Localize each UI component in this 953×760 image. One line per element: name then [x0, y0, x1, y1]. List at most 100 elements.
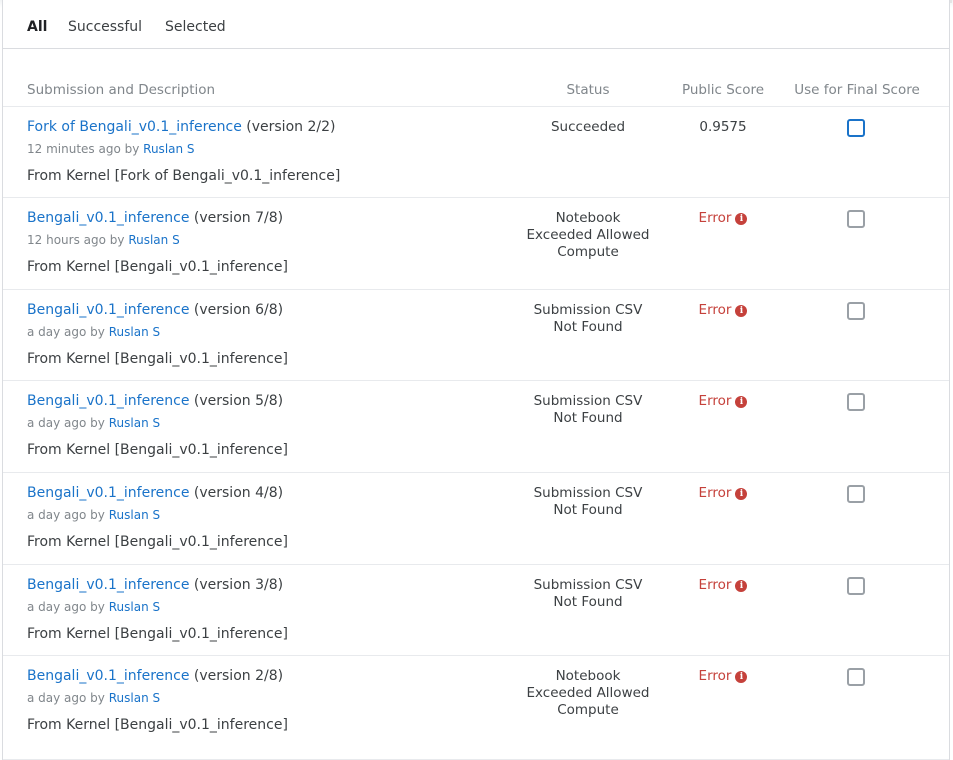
tab-selected[interactable]: Selected	[165, 19, 226, 35]
status-line: Not Found	[553, 594, 623, 610]
score-value: Error	[698, 210, 732, 226]
kernel-link[interactable]: Bengali_v0.1_inference	[27, 577, 189, 593]
final-score-checkbox[interactable]	[847, 210, 865, 228]
version-label: (version 2/8)	[193, 668, 284, 684]
filter-tabs: All Successful Selected	[3, 0, 949, 49]
kernel-link[interactable]: Bengali_v0.1_inference	[27, 393, 189, 409]
submission-description: From Kernel [Bengali_v0.1_inference]	[27, 534, 288, 550]
score-value: Error	[698, 302, 732, 318]
kernel-link[interactable]: Bengali_v0.1_inference	[27, 210, 189, 226]
status-cell: Submission CSV Not Found	[518, 393, 658, 427]
status-line: Notebook	[555, 668, 621, 684]
table-row: Bengali_v0.1_inference (version 2/8) a d…	[3, 656, 949, 760]
public-score-cell: Error i	[673, 577, 773, 593]
kernel-link[interactable]: Bengali_v0.1_inference	[27, 485, 189, 501]
final-score-checkbox[interactable]	[847, 668, 865, 686]
table-header: Submission and Description Status Public…	[3, 80, 949, 107]
tab-all[interactable]: All	[27, 19, 47, 35]
status-line: Notebook	[555, 210, 621, 226]
user-link[interactable]: Ruslan S	[109, 325, 160, 339]
user-link[interactable]: Ruslan S	[109, 416, 160, 430]
submission-meta: 12 hours ago by Ruslan S	[27, 233, 180, 247]
info-circle-icon[interactable]: i	[735, 213, 748, 225]
info-circle-icon[interactable]: i	[735, 488, 748, 500]
submission-meta: 12 minutes ago by Ruslan S	[27, 142, 195, 156]
submission-title: Bengali_v0.1_inference (version 7/8)	[27, 210, 283, 226]
status-line: Compute	[557, 702, 619, 718]
info-circle-icon[interactable]: i	[735, 305, 748, 317]
status-line: Not Found	[553, 319, 623, 335]
status-line: Submission CSV	[533, 485, 643, 501]
score-value: Error	[698, 393, 732, 409]
kernel-link[interactable]: Bengali_v0.1_inference	[27, 668, 189, 684]
submission-time: a day ago by	[27, 325, 105, 339]
public-score-cell: Error i	[673, 393, 773, 409]
status-line: Exceeded Allowed	[526, 227, 650, 243]
version-label: (version 7/8)	[193, 210, 284, 226]
submission-title: Bengali_v0.1_inference (version 2/8)	[27, 668, 283, 684]
status-line: Submission CSV	[533, 577, 643, 593]
submission-time: a day ago by	[27, 600, 105, 614]
version-label: (version 4/8)	[193, 485, 284, 501]
user-link[interactable]: Ruslan S	[109, 600, 160, 614]
status-line: Succeeded	[550, 119, 626, 135]
user-link[interactable]: Ruslan S	[128, 233, 179, 247]
column-header-final-score: Use for Final Score	[794, 82, 920, 98]
submission-description: From Kernel [Bengali_v0.1_inference]	[27, 626, 288, 642]
user-link[interactable]: Ruslan S	[109, 508, 160, 522]
table-row: Fork of Bengali_v0.1_inference (version …	[3, 107, 949, 198]
info-circle-icon[interactable]: i	[735, 580, 748, 592]
status-cell: Submission CSV Not Found	[518, 302, 658, 336]
status-cell: Notebook Exceeded Allowed Compute	[518, 668, 658, 719]
submission-meta: a day ago by Ruslan S	[27, 508, 160, 522]
public-score-cell: Error i	[673, 668, 773, 684]
info-circle-icon[interactable]: i	[735, 396, 748, 408]
submission-title: Bengali_v0.1_inference (version 3/8)	[27, 577, 283, 593]
submission-title: Fork of Bengali_v0.1_inference (version …	[27, 119, 335, 135]
status-line: Compute	[557, 244, 619, 260]
submission-time: 12 minutes ago by	[27, 142, 140, 156]
submission-time: 12 hours ago by	[27, 233, 125, 247]
info-circle-icon[interactable]: i	[735, 671, 748, 683]
kernel-link[interactable]: Fork of Bengali_v0.1_inference	[27, 119, 242, 135]
submissions-panel: All Successful Selected Submission and D…	[2, 0, 950, 760]
public-score-cell: Error i	[673, 210, 773, 226]
submission-meta: a day ago by Ruslan S	[27, 600, 160, 614]
submission-time: a day ago by	[27, 691, 105, 705]
final-score-checkbox[interactable]	[847, 577, 865, 595]
submission-title: Bengali_v0.1_inference (version 5/8)	[27, 393, 283, 409]
public-score-cell: Error i	[673, 302, 773, 318]
status-cell: Notebook Exceeded Allowed Compute	[518, 210, 658, 261]
public-score-cell: 0.9575	[673, 119, 773, 135]
score-value: 0.9575	[699, 119, 747, 135]
tab-successful[interactable]: Successful	[68, 19, 142, 35]
submission-title: Bengali_v0.1_inference (version 4/8)	[27, 485, 283, 501]
score-value: Error	[698, 577, 732, 593]
user-link[interactable]: Ruslan S	[109, 691, 160, 705]
final-score-checkbox[interactable]	[847, 393, 865, 411]
status-line: Not Found	[553, 502, 623, 518]
user-link[interactable]: Ruslan S	[143, 142, 194, 156]
table-row: Bengali_v0.1_inference (version 6/8) a d…	[3, 290, 949, 381]
column-header-submission: Submission and Description	[27, 82, 216, 98]
kernel-link[interactable]: Bengali_v0.1_inference	[27, 302, 189, 318]
status-line: Exceeded Allowed	[526, 685, 650, 701]
submission-description: From Kernel [Bengali_v0.1_inference]	[27, 717, 288, 733]
final-score-checkbox[interactable]	[847, 119, 865, 137]
status-cell: Submission CSV Not Found	[518, 577, 658, 611]
status-line: Not Found	[553, 410, 623, 426]
submission-meta: a day ago by Ruslan S	[27, 416, 160, 430]
status-cell: Submission CSV Not Found	[518, 485, 658, 519]
submission-description: From Kernel [Bengali_v0.1_inference]	[27, 259, 288, 275]
column-header-public-score: Public Score	[681, 82, 765, 98]
final-score-checkbox[interactable]	[847, 302, 865, 320]
status-cell: Succeeded	[518, 119, 658, 136]
final-score-checkbox[interactable]	[847, 485, 865, 503]
table-row: Bengali_v0.1_inference (version 3/8) a d…	[3, 565, 949, 656]
submission-description: From Kernel [Bengali_v0.1_inference]	[27, 351, 288, 367]
submission-time: a day ago by	[27, 416, 105, 430]
score-value: Error	[698, 668, 732, 684]
column-header-status: Status	[566, 82, 610, 98]
submission-time: a day ago by	[27, 508, 105, 522]
submission-meta: a day ago by Ruslan S	[27, 691, 160, 705]
